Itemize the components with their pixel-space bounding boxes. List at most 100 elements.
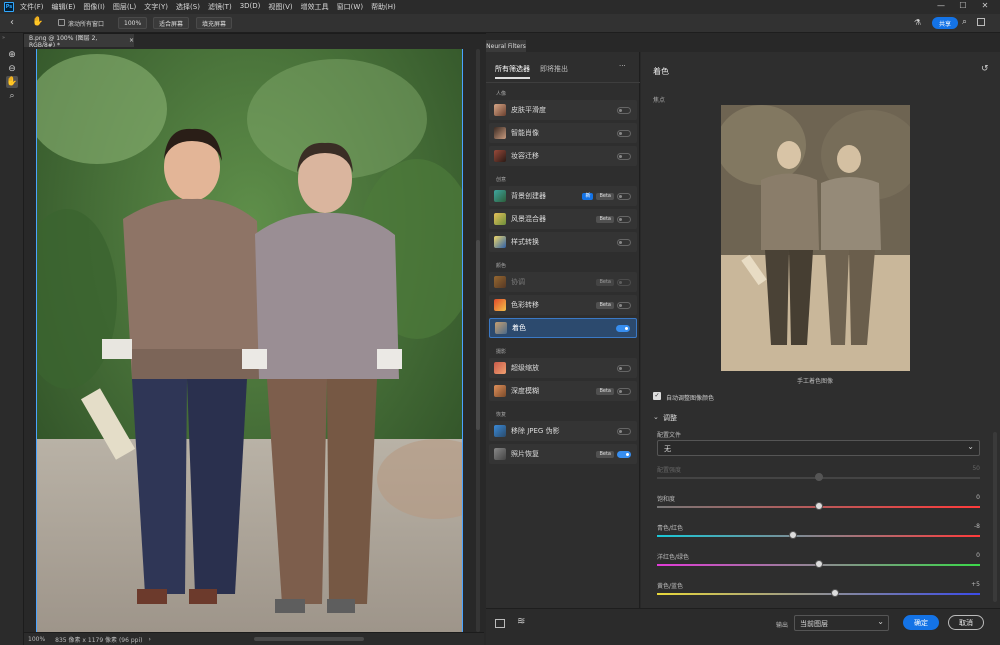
- filter-skin-smoothing[interactable]: 皮肤平滑度: [489, 100, 637, 120]
- status-arrow-icon[interactable]: ›: [148, 636, 150, 643]
- zoom-out-icon[interactable]: ⊖: [6, 63, 18, 75]
- menu-item[interactable]: 视图(V): [268, 2, 292, 12]
- slider-track[interactable]: [657, 535, 980, 537]
- menu-item[interactable]: 编辑(E): [52, 2, 76, 12]
- toggle-switch[interactable]: [617, 278, 631, 286]
- toggle-switch[interactable]: [617, 215, 631, 223]
- zoom-tool-icon[interactable]: ⌕: [6, 90, 18, 102]
- slider-0[interactable]: 配置强度 50: [657, 465, 980, 485]
- minimize-icon[interactable]: —: [930, 1, 952, 10]
- profile-select[interactable]: 无 ⌄: [657, 440, 980, 456]
- filter-super-zoom[interactable]: 超级缩放: [489, 358, 637, 378]
- search-icon[interactable]: ⌕: [962, 17, 967, 27]
- menu-item[interactable]: 窗口(W): [337, 2, 363, 12]
- menu-item[interactable]: 滤镜(T): [208, 2, 232, 12]
- neural-filters-tab[interactable]: Neural Filters: [486, 40, 526, 52]
- slider-value[interactable]: -8: [974, 523, 980, 530]
- toggle-switch[interactable]: [617, 106, 631, 114]
- status-info[interactable]: 835 像素 x 1179 像素 (96 ppi): [55, 635, 142, 644]
- filter-style-transfer[interactable]: 样式转换: [489, 232, 637, 252]
- reset-icon[interactable]: ↺: [981, 64, 989, 74]
- filter-smart-portrait[interactable]: 智能肖像: [489, 123, 637, 143]
- photoshop-logo-icon[interactable]: Ps: [4, 2, 14, 12]
- layers-icon[interactable]: ≋: [517, 616, 525, 627]
- toolbar-collapse-icon[interactable]: »: [2, 35, 5, 41]
- filter-jpeg-artifact-removal[interactable]: 移除 JPEG 伪影: [489, 421, 637, 441]
- slider-3[interactable]: 洋红色/绿色 0: [657, 552, 980, 572]
- toggle-switch[interactable]: [617, 427, 631, 435]
- toggle-switch[interactable]: [617, 301, 631, 309]
- tab-all-filters[interactable]: 所有筛选器: [495, 64, 530, 79]
- share-button[interactable]: 共享: [932, 17, 958, 29]
- slider-value[interactable]: 50: [972, 465, 980, 472]
- filter-depth-blur[interactable]: 深度模糊 Beta: [489, 381, 637, 401]
- slider-4[interactable]: 黄色/蓝色 +5: [657, 581, 980, 601]
- more-options-icon[interactable]: ···: [619, 62, 626, 70]
- hand-tool-icon[interactable]: ✋: [32, 17, 43, 27]
- focus-preview-image[interactable]: [721, 105, 910, 371]
- menu-item[interactable]: 3D(D): [240, 2, 261, 12]
- adjust-heading[interactable]: 调整: [663, 413, 677, 423]
- maximize-icon[interactable]: ☐: [952, 1, 974, 10]
- toggle-switch[interactable]: [616, 324, 630, 332]
- menu-item[interactable]: 图像(I): [83, 2, 105, 12]
- filter-landscape-mixer[interactable]: 风景混合器 Beta: [489, 209, 637, 229]
- toggle-switch[interactable]: [617, 450, 631, 458]
- workspace-icon[interactable]: [977, 18, 985, 26]
- slider-thumb[interactable]: [814, 473, 823, 481]
- menu-item[interactable]: 增效工具: [301, 2, 329, 12]
- filter-colorize[interactable]: 着色: [489, 318, 637, 338]
- chevron-down-icon[interactable]: ⌄: [653, 413, 659, 421]
- slider-value[interactable]: +5: [971, 581, 980, 588]
- filter-makeup-transfer[interactable]: 妆容迁移: [489, 146, 637, 166]
- menu-item[interactable]: 文件(F): [20, 2, 44, 12]
- fit-screen-button[interactable]: 适合屏幕: [153, 17, 190, 29]
- menu-item[interactable]: 帮助(H): [371, 2, 396, 12]
- toggle-switch[interactable]: [617, 387, 631, 395]
- scroll-all-checkbox[interactable]: [58, 19, 65, 26]
- slider-track[interactable]: [657, 593, 980, 595]
- split-view-icon[interactable]: [495, 619, 505, 628]
- filter-color-transfer[interactable]: 色彩转移 Beta: [489, 295, 637, 315]
- zoom-in-icon[interactable]: ⊕: [6, 49, 18, 61]
- slider-1[interactable]: 饱和度 0: [657, 494, 980, 514]
- close-tab-icon[interactable]: ×: [129, 37, 134, 44]
- toggle-switch[interactable]: [617, 238, 631, 246]
- toggle-switch[interactable]: [617, 364, 631, 372]
- toggle-switch[interactable]: [617, 192, 631, 200]
- cancel-button[interactable]: 取消: [948, 615, 984, 630]
- options-bar: ‹ ✋ 滚动所有窗口 100% 适合屏幕 填充屏幕 ⚗ 共享 ⌕: [0, 14, 1000, 33]
- filter-background-creator[interactable]: 背景创建器 新 Beta: [489, 186, 637, 206]
- zoom-100-button[interactable]: 100%: [118, 17, 148, 29]
- status-zoom[interactable]: 100%: [28, 636, 45, 643]
- document-tab[interactable]: B.png @ 100% (图层 2, RGB/8#) * ×: [24, 34, 134, 49]
- tab-coming-soon[interactable]: 即将推出: [540, 64, 568, 79]
- canvas-scroll-thumb[interactable]: [476, 240, 480, 430]
- menubar: Ps 文件(F) 编辑(E) 图像(I) 图层(L) 文字(Y) 选择(S) 滤镜(T) 3D…: [0, 0, 1000, 14]
- slider-value[interactable]: 0: [976, 494, 980, 501]
- colorized-photo[interactable]: [36, 49, 463, 632]
- fill-screen-button[interactable]: 填充屏幕: [196, 17, 233, 29]
- home-icon[interactable]: ‹: [10, 17, 14, 28]
- filter-harmonization[interactable]: 协调 Beta: [489, 272, 637, 292]
- filter-photo-restoration[interactable]: 照片恢复 Beta: [489, 444, 637, 464]
- slider-value[interactable]: 0: [976, 552, 980, 559]
- output-select[interactable]: 当前图层 ⌄: [794, 615, 889, 631]
- canvas-horizontal-scrollbar[interactable]: [254, 637, 364, 641]
- menu-item[interactable]: 选择(S): [176, 2, 200, 12]
- slider-2[interactable]: 青色/红色 -8: [657, 523, 980, 543]
- menu-item[interactable]: 图层(L): [113, 2, 136, 12]
- menu-item[interactable]: 文字(Y): [144, 2, 168, 12]
- labs-icon[interactable]: ⚗: [914, 18, 921, 27]
- slider-thumb[interactable]: [788, 531, 797, 539]
- slider-thumb[interactable]: [814, 502, 823, 510]
- toggle-switch[interactable]: [617, 152, 631, 160]
- toggle-switch[interactable]: [617, 129, 631, 137]
- settings-scrollbar[interactable]: [993, 432, 997, 602]
- close-window-icon[interactable]: ✕: [974, 1, 996, 10]
- slider-thumb[interactable]: [830, 589, 839, 597]
- auto-adjust-checkbox[interactable]: ✓: [653, 392, 661, 400]
- hand-tool-icon[interactable]: ✋: [6, 76, 18, 88]
- slider-thumb[interactable]: [814, 560, 823, 568]
- ok-button[interactable]: 确定: [903, 615, 939, 630]
